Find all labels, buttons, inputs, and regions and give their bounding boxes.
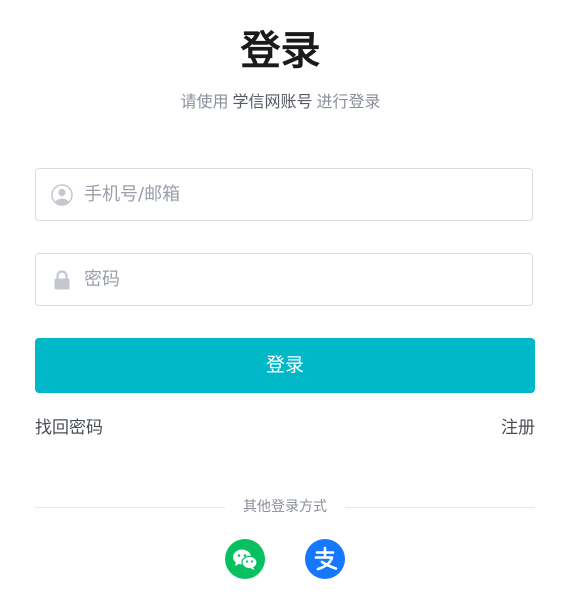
subtitle-suffix: 进行登录 (316, 92, 381, 111)
subtitle-prefix: 请使用 (180, 92, 229, 111)
username-input[interactable] (84, 169, 514, 220)
username-field[interactable] (35, 168, 533, 221)
password-field[interactable] (35, 253, 533, 306)
password-input[interactable] (84, 254, 514, 305)
forgot-password-link[interactable]: 找回密码 (35, 416, 103, 440)
user-circle-icon (51, 184, 73, 206)
page-title: 登录 (240, 28, 321, 74)
wechat-login-button[interactable] (225, 539, 265, 579)
wechat-icon (233, 549, 258, 570)
other-login-label: 其他登录方式 (243, 499, 327, 515)
divider-right (345, 507, 535, 508)
divider-left (35, 507, 225, 508)
alipay-login-button[interactable] (305, 539, 345, 579)
subtitle-brand: 学信网账号 (232, 92, 313, 111)
register-link[interactable]: 注册 (501, 416, 535, 440)
alipay-icon (314, 546, 338, 571)
page-subtitle: 请使用 学信网账号 进行登录 (0, 90, 561, 114)
lock-icon (51, 269, 73, 291)
login-button[interactable]: 登录 (35, 338, 535, 393)
